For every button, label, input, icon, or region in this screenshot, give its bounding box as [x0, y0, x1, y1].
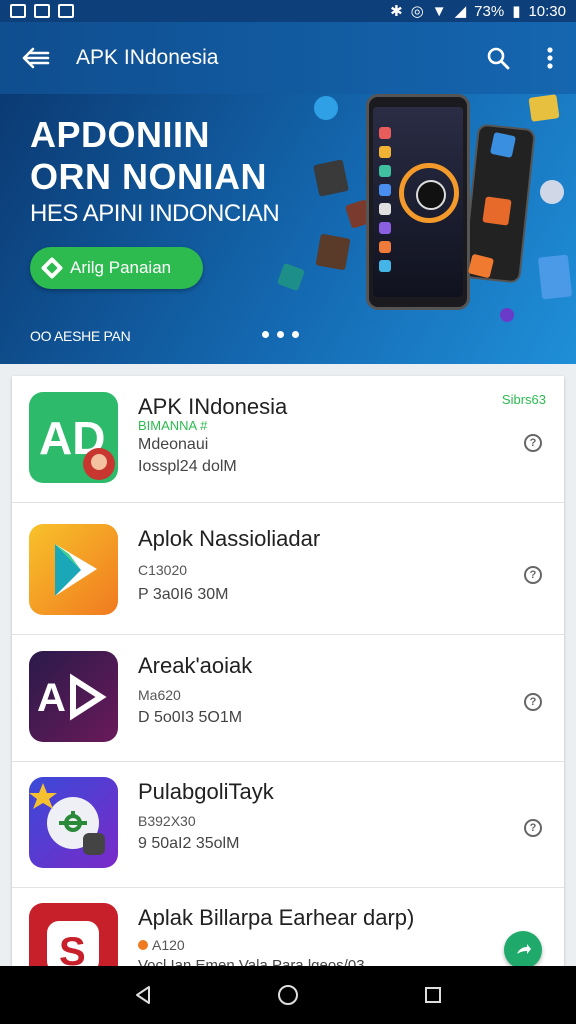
list-item[interactable]: Aplok Nassioliadar C13020 P 3a0I6 30M ?: [12, 508, 564, 635]
apk-indonesia-icon: AD: [29, 392, 118, 483]
app-category: Mdeonaui: [138, 436, 209, 453]
info-icon[interactable]: ?: [524, 566, 542, 584]
info-icon[interactable]: ?: [524, 819, 542, 837]
banner-headline-line2: ORN NONIAN: [30, 156, 267, 197]
banner-subheadline: HES APINI INDONCIAN: [30, 200, 280, 227]
page-dot[interactable]: [292, 331, 299, 338]
floating-cube-icon: [276, 262, 306, 292]
search-icon: [487, 47, 510, 70]
app-bar: APK INdonesia: [0, 22, 576, 94]
nav-recents-button[interactable]: [403, 966, 463, 1024]
promo-banner[interactable]: APDONIIN ORN NONIAN HES APINI INDONCIAN …: [0, 94, 576, 364]
app-size: Iosspl24 dolM: [138, 458, 237, 475]
app-version-text: A120: [152, 937, 185, 953]
floating-cube-icon: [489, 131, 517, 159]
banner-headline: APDONIIN ORN NONIAN: [30, 114, 267, 198]
app-list: AD APK INdonesia BIMANNA # Mdeonaui Ioss…: [12, 376, 564, 976]
floating-cube-icon: [537, 254, 573, 300]
floating-cube-icon: [313, 159, 349, 197]
list-item[interactable]: S Aplak Billarpa Earhear darp) A120 Vocl…: [12, 887, 564, 976]
clock: 10:30: [528, 2, 566, 20]
list-item[interactable]: PulabgoliTayk B392X30 9 50aI2 35olM ?: [12, 761, 564, 888]
banner-page-indicator[interactable]: [262, 331, 299, 338]
banner-headline-line1: APDONIIN: [30, 114, 211, 155]
phone-app-icons: [379, 127, 391, 279]
app-version: A120: [138, 937, 185, 953]
nav-home-button[interactable]: [258, 966, 318, 1024]
overflow-menu-button[interactable]: [524, 22, 576, 94]
search-button[interactable]: [472, 22, 524, 94]
system-nav-bar: [0, 966, 576, 1024]
notification-download-icon: [10, 4, 26, 18]
floating-cube-icon: [528, 94, 560, 122]
puzzle-app-icon: [29, 777, 118, 868]
share-fab-icon: [517, 944, 531, 954]
floating-cube-icon: [315, 233, 351, 271]
banner-cta-label: Arilg Panaian: [70, 258, 172, 277]
bluetooth-icon: ✱: [390, 3, 403, 20]
nav-back-button[interactable]: [113, 966, 173, 1024]
app-name: Aplok Nassioliadar: [138, 526, 321, 551]
floating-cube-icon: [540, 180, 564, 204]
page-dot[interactable]: [262, 331, 269, 338]
phone-dial-icon: [399, 163, 459, 223]
status-notifications: [10, 4, 74, 18]
app-name: PulabgoliTayk: [138, 779, 274, 804]
app-size: D 5o0I3 5O1M: [138, 709, 243, 726]
back-button[interactable]: [0, 22, 72, 94]
status-system: ✱ ◎ ▼ ◢ 73% ▮ 10:30: [390, 2, 566, 21]
app-version: Ma620: [138, 687, 181, 703]
battery-level: 73%: [474, 2, 505, 20]
app-tag: Sibrs63: [501, 392, 546, 407]
app-version: C13020: [138, 562, 188, 578]
back-triangle-icon: [135, 986, 150, 1004]
list-item[interactable]: AD APK INdonesia BIMANNA # Mdeonaui Ioss…: [12, 376, 564, 503]
phone-screen: [373, 107, 463, 297]
ad-app-icon: A: [29, 651, 118, 742]
notification-gallery-icon: [34, 4, 50, 18]
back-arrow-icon: [22, 47, 50, 69]
info-icon[interactable]: ?: [524, 693, 542, 711]
recents-square-icon: [425, 987, 442, 1003]
app-version: B392X30: [138, 813, 196, 829]
data-saver-icon: ◎: [410, 3, 424, 20]
app-name: Areak'aoiak: [138, 653, 253, 678]
orange-dot-icon: [138, 940, 148, 950]
app-name: APK INdonesia: [138, 394, 288, 419]
app-developer: BIMANNA #: [138, 418, 208, 433]
play-arrow-app-icon: [29, 524, 118, 615]
status-bar: ✱ ◎ ▼ ◢ 73% ▮ 10:30: [0, 0, 576, 22]
battery-icon: ▮: [512, 3, 521, 20]
wifi-icon: ▼: [431, 2, 447, 20]
app-size: 9 50aI2 35olM: [138, 835, 240, 852]
floating-cube-icon: [500, 308, 514, 322]
app-bar-title: APK INdonesia: [76, 46, 219, 69]
banner-footer-text: OO AESHE PAN: [30, 328, 131, 344]
list-item[interactable]: A Areak'aoiak Ma620 D 5o0I3 5O1M ?: [12, 635, 564, 762]
info-icon[interactable]: ?: [524, 434, 542, 452]
cta-diamond-icon: [40, 256, 64, 280]
phone-illustration: [366, 94, 470, 310]
notification-save-icon: [58, 4, 74, 18]
svg-text:A: A: [37, 676, 66, 720]
home-circle-icon: [277, 985, 298, 1005]
app-name: Aplak Billarpa Earhear darp): [138, 905, 415, 930]
banner-cta-button[interactable]: Arilg Panaian: [30, 247, 203, 289]
page-dot[interactable]: [277, 331, 284, 338]
floating-cube-icon: [314, 96, 338, 120]
signal-icon: ◢: [454, 3, 467, 20]
floating-cube-icon: [482, 196, 512, 226]
share-fab-button[interactable]: [504, 931, 542, 969]
more-vert-icon: [547, 47, 553, 69]
app-size: P 3a0I6 30M: [138, 586, 229, 603]
